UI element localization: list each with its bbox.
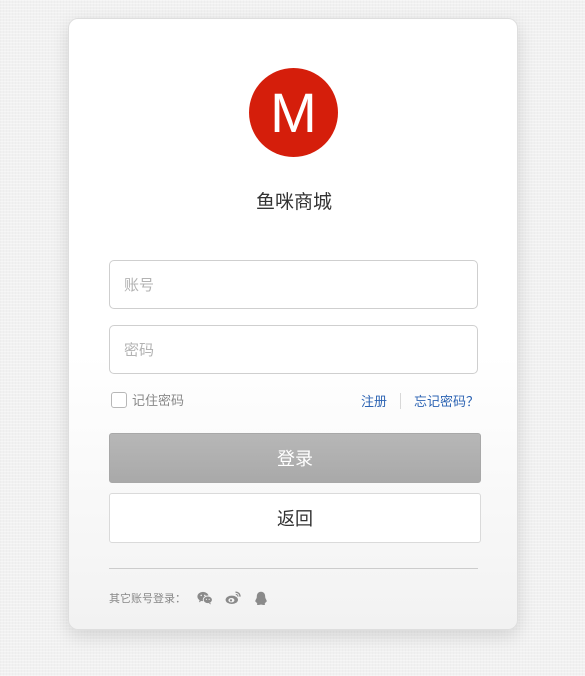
divider bbox=[109, 568, 478, 569]
social-login-label: 其它账号登录： bbox=[109, 592, 186, 605]
account-links: 注册 忘记密码？ bbox=[361, 391, 479, 410]
link-divider bbox=[399, 392, 401, 409]
social-login: 其它账号登录： bbox=[109, 589, 270, 607]
remember-checkbox[interactable] bbox=[111, 391, 127, 408]
login-button[interactable]: 登录 bbox=[109, 433, 481, 483]
login-card: M 鱼咪商城 记住密码 注册 忘记密码？ 登录 返回 其它账号登录： bbox=[68, 18, 518, 630]
register-link[interactable]: 注册 bbox=[361, 391, 387, 410]
password-input[interactable] bbox=[109, 325, 478, 374]
qq-icon[interactable] bbox=[252, 589, 270, 607]
form-options: 记住密码 注册 忘记密码？ bbox=[109, 390, 479, 410]
remember-password[interactable]: 记住密码 bbox=[111, 390, 184, 409]
brand-name: 鱼咪商城 bbox=[255, 191, 332, 213]
brand-logo: M bbox=[249, 68, 338, 157]
remember-label: 记住密码 bbox=[132, 394, 185, 409]
logo-letter: M bbox=[270, 80, 317, 144]
account-input[interactable] bbox=[109, 260, 478, 309]
back-button[interactable]: 返回 bbox=[109, 493, 481, 543]
weibo-icon[interactable] bbox=[224, 589, 242, 607]
forgot-password-link[interactable]: 忘记密码？ bbox=[414, 391, 479, 410]
wechat-icon[interactable] bbox=[196, 589, 214, 607]
